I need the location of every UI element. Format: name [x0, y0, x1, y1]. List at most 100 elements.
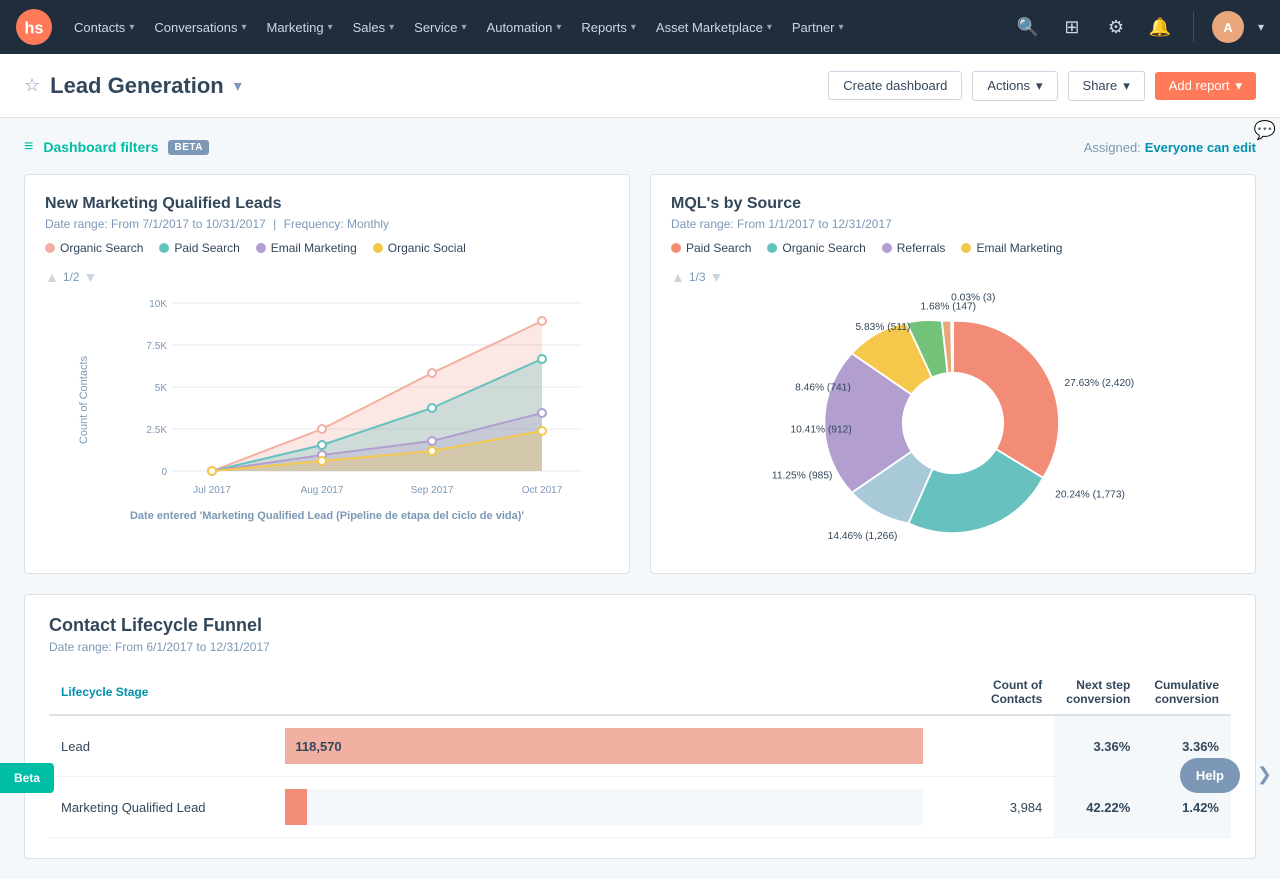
nav-sales[interactable]: Sales ▾: [343, 0, 405, 54]
legend-dot: [45, 243, 55, 253]
nav-partner[interactable]: Partner ▾: [782, 0, 854, 54]
svg-text:Jul 2017: Jul 2017: [193, 485, 231, 496]
dashboard-filters-label[interactable]: Dashboard filters: [43, 139, 158, 155]
title-dropdown-icon[interactable]: ▾: [234, 76, 242, 96]
nav-marketing[interactable]: Marketing ▾: [256, 0, 342, 54]
nav-items: Contacts ▾ Conversations ▾ Marketing ▾ S…: [64, 0, 1013, 54]
nav-asset-marketplace[interactable]: Asset Marketplace ▾: [646, 0, 782, 54]
chevron-down-icon: ▾: [462, 22, 467, 33]
chevron-down-icon: ▾: [839, 22, 844, 33]
next-step-mql: 42.22%: [1054, 777, 1142, 838]
svg-text:5K: 5K: [155, 383, 168, 394]
top-navigation: hs Contacts ▾ Conversations ▾ Marketing …: [0, 0, 1280, 54]
mql-legend: Organic Search Paid Search Email Marketi…: [45, 241, 609, 255]
filter-icon: ≡: [24, 138, 33, 156]
header-actions: Create dashboard Actions ▾ Share ▾ Add r…: [828, 71, 1256, 101]
help-button[interactable]: Help: [1180, 758, 1240, 793]
pagination-up-icon[interactable]: ▲: [671, 269, 685, 285]
legend-dot: [671, 243, 681, 253]
assigned-value[interactable]: Everyone can edit: [1145, 140, 1256, 155]
favorite-icon[interactable]: ☆: [24, 75, 40, 96]
chevron-down-icon: ▾: [1123, 78, 1130, 94]
svg-text:Aug 2017: Aug 2017: [301, 485, 344, 496]
actions-button[interactable]: Actions ▾: [972, 71, 1057, 101]
pagination-down-icon[interactable]: ▼: [84, 269, 98, 285]
svg-text:0.03% (3): 0.03% (3): [951, 293, 995, 303]
legend-dot: [159, 243, 169, 253]
bar-wrap-mql: [285, 789, 923, 825]
settings-icon[interactable]: ⚙: [1101, 12, 1131, 42]
legend-organic-social: Organic Social: [373, 241, 466, 255]
svg-text:14.46% (1,266): 14.46% (1,266): [828, 531, 898, 542]
svg-text:10K: 10K: [149, 299, 167, 310]
x-axis-label: Date entered 'Marketing Qualified Lead (…: [45, 510, 609, 522]
hubspot-logo[interactable]: hs: [16, 9, 52, 45]
nav-reports[interactable]: Reports ▾: [571, 0, 646, 54]
svg-text:10.41% (912): 10.41% (912): [791, 424, 852, 435]
legend-organic-search: Organic Search: [45, 241, 143, 255]
pie-chart-svg: 27.63% (2,420) 20.24% (1,773) 14.46% (1,…: [671, 293, 1235, 553]
next-step-lead: 3.36%: [1054, 715, 1142, 777]
line-chart-svg: 10K 7.5K 5K 2.5K 0 Jul 2017 Aug 2017 Sep…: [95, 293, 609, 503]
assigned-label: Assigned:: [1084, 140, 1141, 155]
search-icon[interactable]: 🔍: [1013, 12, 1043, 42]
filter-left: ≡ Dashboard filters BETA: [24, 138, 209, 156]
count-lead: [935, 715, 1054, 777]
chevron-down-icon: ▾: [389, 22, 394, 33]
pagination-down-icon[interactable]: ▼: [710, 269, 724, 285]
legend-paid-search: Paid Search: [159, 241, 239, 255]
notifications-icon[interactable]: 🔔: [1145, 12, 1175, 42]
legend-dot: [256, 243, 266, 253]
bar-lead: 118,570: [285, 728, 923, 764]
legend-dot: [767, 243, 777, 253]
col-lifecycle-stage: Lifecycle Stage: [49, 670, 285, 715]
mql-source-chart-card: MQL's by Source Date range: From 1/1/201…: [650, 174, 1256, 574]
bar-cell-mql: [285, 777, 935, 838]
table-row: Lead 118,570 3.36% 3.36%: [49, 715, 1231, 777]
svg-text:Sep 2017: Sep 2017: [411, 485, 454, 496]
col-count: Count of Contacts: [935, 670, 1054, 715]
bar-mql: [285, 789, 306, 825]
svg-text:2.5K: 2.5K: [146, 425, 167, 436]
nav-service[interactable]: Service ▾: [404, 0, 476, 54]
chevron-down-icon: ▾: [241, 22, 246, 33]
content-area: ≡ Dashboard filters BETA Assigned: Every…: [0, 118, 1280, 879]
y-axis-label: Count of Contacts: [78, 355, 90, 443]
chevron-down-icon: ▾: [631, 22, 636, 33]
right-nav-arrow[interactable]: ❯: [1249, 756, 1280, 793]
mql-chart-title: New Marketing Qualified Leads: [45, 195, 609, 213]
legend-dot: [373, 243, 383, 253]
chevron-down-icon: ▾: [129, 22, 134, 33]
nav-right-icons: 🔍 ⊞ ⚙ 🔔 A ▾: [1013, 11, 1264, 43]
create-dashboard-button[interactable]: Create dashboard: [828, 71, 962, 100]
apps-icon[interactable]: ⊞: [1057, 12, 1087, 42]
stage-lead: Lead: [49, 715, 285, 777]
add-report-button[interactable]: Add report ▾: [1155, 72, 1256, 100]
avatar[interactable]: A: [1212, 11, 1244, 43]
chevron-down-icon: ▾: [328, 22, 333, 33]
col-next-step: Next stepconversion: [1054, 670, 1142, 715]
count-mql: 3,984: [935, 777, 1054, 838]
bar-wrap-lead: 118,570: [285, 728, 923, 764]
legend-organic-search: Organic Search: [767, 241, 865, 255]
share-button[interactable]: Share ▾: [1068, 71, 1145, 101]
chat-icon[interactable]: 💬: [1254, 120, 1276, 141]
beta-badge: BETA: [168, 140, 208, 155]
svg-text:11.25% (985): 11.25% (985): [772, 471, 833, 482]
chevron-down-icon: ▾: [1036, 78, 1043, 94]
avatar-chevron-icon[interactable]: ▾: [1258, 20, 1264, 34]
pie-chart-container: 27.63% (2,420) 20.24% (1,773) 14.46% (1,…: [671, 293, 1235, 553]
pagination-up-icon[interactable]: ▲: [45, 269, 59, 285]
legend-email-marketing: Email Marketing: [256, 241, 357, 255]
nav-divider: [1193, 12, 1194, 42]
col-bar: [285, 670, 935, 715]
nav-automation[interactable]: Automation ▾: [477, 0, 572, 54]
nav-contacts[interactable]: Contacts ▾: [64, 0, 144, 54]
svg-text:0: 0: [161, 467, 167, 478]
legend-email-marketing: Email Marketing: [961, 241, 1062, 255]
page-title: Lead Generation: [50, 73, 224, 99]
funnel-card: Contact Lifecycle Funnel Date range: Fro…: [24, 594, 1256, 859]
beta-button[interactable]: Beta: [0, 763, 54, 793]
nav-conversations[interactable]: Conversations ▾: [144, 0, 256, 54]
legend-dot: [961, 243, 971, 253]
